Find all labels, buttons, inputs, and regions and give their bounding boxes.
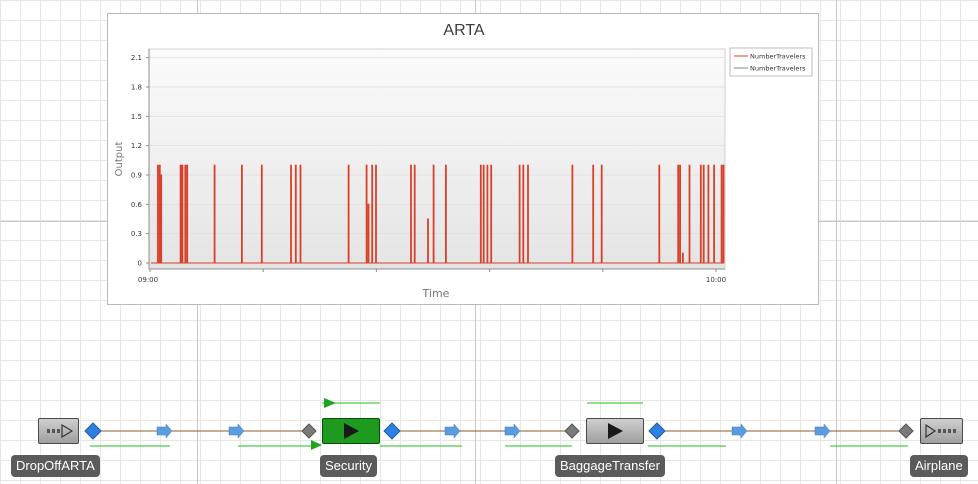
output-port-icon[interactable]: [648, 422, 666, 440]
flow-arrow-icon: [444, 423, 461, 439]
legend[interactable]: NumberTravelers NumberTravelers: [729, 47, 813, 77]
flow-arrow-icon: [156, 423, 173, 439]
y-tick-label: 1.8: [131, 84, 142, 92]
flow-arrow-icon: [814, 423, 831, 439]
y-tick-label: 0: [138, 260, 142, 268]
y-tick-label: 1.5: [131, 113, 142, 121]
y-axis-label: Output: [114, 142, 125, 177]
y-axis: 0 0.3 0.6 0.9 1.2 1.5 1.8 2.1: [131, 54, 149, 268]
block-label-airplane: Airplane: [910, 455, 968, 477]
block-label-baggagetransfer: BaggageTransfer: [555, 455, 665, 477]
flow-arrow-icon: [228, 423, 245, 439]
security-block[interactable]: [322, 418, 380, 444]
baggage-transfer-block[interactable]: [586, 418, 644, 444]
time-plot: ARTA 00.30.60.91.21.51.82.1 09:00 10:00 …: [114, 22, 813, 300]
x-tick-label: 09:00: [138, 276, 158, 284]
y-tick-label: 1.2: [131, 142, 142, 150]
y-tick-label: 0.3: [131, 230, 142, 238]
process-flow: [84, 398, 914, 450]
block-label-security: Security: [320, 455, 377, 477]
x-tick-label: 10:00: [706, 276, 726, 284]
chart-panel[interactable]: ARTA 0 0.3 0.6 0.9 1.2 1.5 1.8 2.1 09:00 10:00 …: [107, 13, 819, 305]
input-port-icon[interactable]: [301, 423, 317, 439]
dropoff-block[interactable]: [38, 418, 79, 444]
block-label-dropoffarta: DropOffARTA: [11, 455, 100, 477]
airplane-block[interactable]: [920, 418, 963, 444]
airplane-sink-icon: [925, 423, 956, 439]
output-port-icon[interactable]: [383, 422, 401, 440]
play-icon: [608, 423, 623, 439]
legend-label-series-2: NumberTravelers: [750, 65, 806, 73]
plot-area: [148, 48, 726, 270]
output-port-icon[interactable]: [84, 422, 102, 440]
y-tick-label: 2.1: [131, 54, 142, 62]
input-port-icon[interactable]: [898, 423, 914, 439]
x-axis-label: Time: [422, 287, 450, 300]
play-icon: [344, 423, 359, 439]
chart-title: ARTA: [443, 22, 485, 39]
drop-off-icon: [47, 423, 74, 439]
flow-arrow-icon: [504, 423, 521, 439]
y-tick-label: 0.6: [131, 201, 143, 209]
flow-arrow-icon: [731, 423, 748, 439]
legend-label-series-1: NumberTravelers: [750, 53, 806, 61]
flag-triangle-icon: [311, 440, 322, 450]
flag-triangle-icon: [324, 398, 336, 408]
y-tick-label: 0.9: [131, 172, 142, 180]
input-port-icon[interactable]: [564, 423, 580, 439]
